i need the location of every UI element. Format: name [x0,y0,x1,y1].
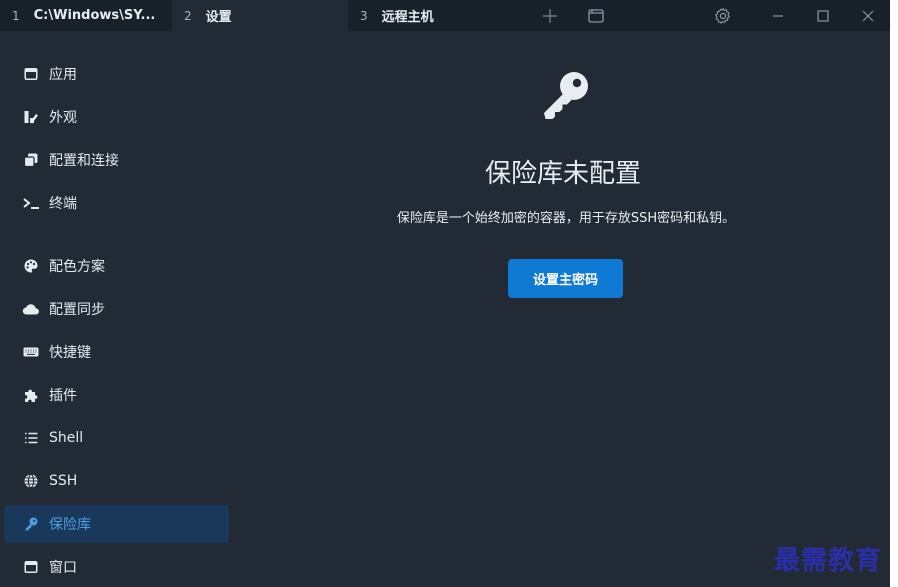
sidebar-item-label: 配置同步 [49,302,105,318]
minimize-icon[interactable] [762,0,794,31]
sidebar-item-plugins[interactable]: 插件 [4,376,229,414]
sidebar-item-label: 窗口 [49,560,77,576]
key-icon [544,72,588,119]
sidebar-item-label: 终端 [49,196,77,212]
sidebar-item-label: 应用 [49,67,77,83]
app-window: 1 C:\Windows\SY... 2 设置 3 远程主机 应用 外观 配置和… [0,0,890,587]
close-icon[interactable] [852,0,884,31]
vault-panel: 保险库未配置 保险库是一个始终加密的容器，用于存放SSH密码和私钥。 设置主密码 [236,31,890,587]
sidebar-item-label: 配置和连接 [49,153,119,169]
settings-sidebar: 应用 外观 配置和连接 终端 配色方案 配置同步 快捷键 插件 Shell SS… [0,31,236,587]
tab-cmd[interactable]: 1 C:\Windows\SY... [0,0,172,31]
gear-icon[interactable] [707,0,739,31]
sidebar-item-hotkeys[interactable]: 快捷键 [4,333,229,371]
sidebar-item-vault[interactable]: 保险库 [4,505,229,543]
sidebar-item-label: 插件 [49,388,77,404]
tab-number: 2 [184,8,192,23]
tab-label: 远程主机 [381,10,434,25]
sidebar-item-appearance[interactable]: 外观 [4,98,229,136]
window-icon[interactable] [580,0,612,31]
tab-settings[interactable]: 2 设置 [172,0,348,31]
sidebar-item-ssh[interactable]: SSH [4,462,229,500]
vault-title: 保险库未配置 [484,159,641,189]
globe-icon [22,472,40,490]
keyboard-icon [22,343,40,361]
sidebar-item-label: 快捷键 [49,345,91,361]
sidebar-item-label: 保险库 [49,517,91,533]
plus-icon[interactable] [534,0,566,31]
sidebar-item-label: SSH [49,473,78,489]
tab-label: 设置 [205,10,232,25]
maximize-icon[interactable] [807,0,839,31]
terminal-icon [22,194,40,212]
tab-remote-host[interactable]: 3 远程主机 [348,0,524,31]
sidebar-item-label: 配色方案 [49,259,105,275]
sidebar-item-window[interactable]: 窗口 [4,548,229,586]
paint-icon [22,108,40,126]
tab-number: 1 [12,8,20,23]
set-master-password-button[interactable]: 设置主密码 [508,259,623,298]
sidebar-item-application[interactable]: 应用 [4,55,229,93]
sidebar-item-label: Shell [49,430,84,446]
sidebar-item-profiles[interactable]: 配置和连接 [4,141,229,179]
sidebar-item-label: 外观 [49,110,77,126]
window-icon [22,65,40,83]
sidebar-item-config-sync[interactable]: 配置同步 [4,290,229,328]
tab-label: C:\Windows\SY... [33,8,156,23]
palette-icon [22,257,40,275]
cloud-icon [22,300,40,318]
list-icon [22,429,40,447]
window-icon [22,558,40,576]
watermark-logo: 最需教育 [774,546,883,576]
key-icon [22,515,40,533]
tab-bar: 1 C:\Windows\SY... 2 设置 3 远程主机 [0,0,890,31]
vault-description: 保险库是一个始终加密的容器，用于存放SSH密码和私钥。 [396,211,736,226]
sidebar-item-color-scheme[interactable]: 配色方案 [4,247,229,285]
sidebar-item-terminal[interactable]: 终端 [4,184,229,222]
sidebar-item-shell[interactable]: Shell [4,419,229,457]
copy-icon [22,151,40,169]
tab-number: 3 [360,8,368,23]
puzzle-icon [22,386,40,404]
